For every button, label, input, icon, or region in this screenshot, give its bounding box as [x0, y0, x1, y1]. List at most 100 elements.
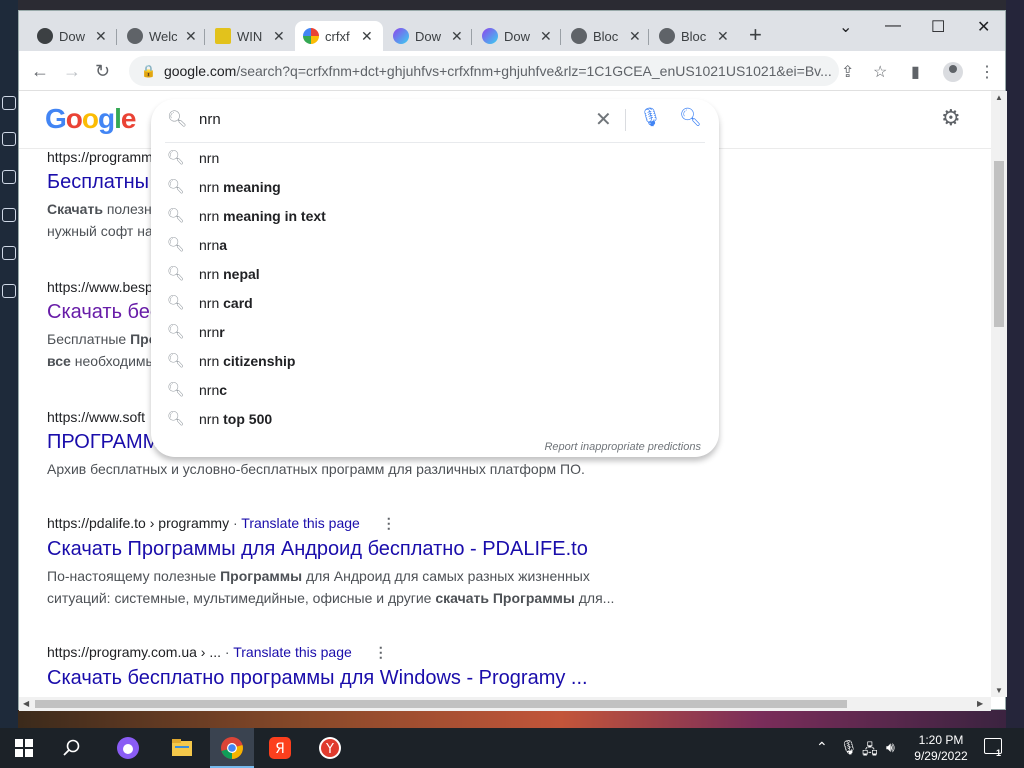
suggestion-item[interactable]: 🔍︎ nrn [151, 143, 719, 172]
translate-link[interactable]: Translate this page [241, 515, 360, 531]
search-icon: 🔍︎ [167, 178, 185, 194]
window-close-button[interactable]: ✕ [977, 17, 990, 37]
globe-icon [659, 28, 675, 44]
scroll-down-icon[interactable]: ▼ [995, 686, 1003, 695]
desktop-icon[interactable] [2, 208, 16, 222]
side-panel-icon[interactable]: ▮ [911, 62, 920, 82]
minimize-button[interactable]: — [885, 17, 901, 35]
suggestion-item[interactable]: 🔍︎ nrn meaning [151, 172, 719, 201]
result-url[interactable]: https://pdalife.to › programmy [47, 515, 229, 531]
tab-3-active[interactable]: crfxf ✕ [295, 21, 383, 51]
new-tab-button[interactable]: + [749, 24, 762, 46]
chrome-icon[interactable] [220, 736, 244, 760]
more-options-icon[interactable]: ⋮ [374, 644, 388, 660]
close-icon[interactable]: ✕ [273, 28, 285, 45]
suggestion-item[interactable]: 🔍︎ nrn nepal [151, 259, 719, 288]
chevron-up-icon[interactable]: ⌃ [816, 739, 828, 756]
suggestion-item[interactable]: 🔍︎ nrna [151, 230, 719, 259]
result-url-line: https://programy.com.ua › ... · Translat… [47, 644, 388, 660]
tab-separator [116, 29, 117, 45]
video-app-icon [393, 28, 409, 44]
report-predictions-link[interactable]: Report inappropriate predictions [544, 441, 701, 453]
windows-start-icon[interactable] [12, 736, 36, 760]
maximize-button[interactable]: ☐ [931, 17, 945, 37]
tab-5[interactable]: Dow ✕ [474, 21, 560, 51]
close-icon[interactable]: ✕ [361, 28, 373, 45]
file-explorer-icon[interactable] [170, 736, 194, 760]
horizontal-scrollbar[interactable]: ◀ ▶ [19, 697, 991, 711]
desktop-icon[interactable] [2, 246, 16, 260]
divider [625, 109, 626, 131]
lock-icon[interactable]: 🔒 [141, 64, 156, 78]
search-icon: 🔍︎ [167, 236, 185, 252]
scrollbar-thumb[interactable] [994, 161, 1004, 327]
close-icon[interactable]: ✕ [451, 28, 463, 45]
tab-title: Bloc [681, 28, 707, 44]
search-submit-icon[interactable]: 🔍︎ [679, 107, 702, 128]
translate-link[interactable]: Translate this page [233, 644, 352, 660]
search-input[interactable]: nrn [199, 111, 221, 128]
tab-bar: Dow ✕ Welc ✕ WIN ✕ crfxf ✕ Dow ✕ Dow ✕ B… [19, 11, 1005, 51]
search-icon[interactable] [60, 736, 84, 760]
search-icon: 🔍︎ [167, 149, 185, 165]
system-clock[interactable]: 1:20 PM 9/29/2022 [910, 732, 972, 764]
tab-1[interactable]: Welc ✕ [119, 21, 205, 51]
scroll-right-icon[interactable]: ▶ [977, 699, 983, 708]
scroll-left-icon[interactable]: ◀ [23, 699, 29, 708]
result-url[interactable]: https://programy.com.ua › ... [47, 644, 221, 660]
close-icon[interactable]: ✕ [95, 28, 107, 45]
desktop-icon[interactable] [2, 132, 16, 146]
close-icon[interactable]: ✕ [540, 28, 552, 45]
tab-6[interactable]: Bloc ✕ [563, 21, 649, 51]
reload-icon[interactable]: ↻ [95, 61, 110, 82]
suggestion-item[interactable]: 🔍︎ nrnr [151, 317, 719, 346]
microphone-icon[interactable]: 🎙︎ [639, 107, 662, 128]
close-icon[interactable]: ✕ [717, 28, 729, 45]
desktop-icon[interactable] [2, 170, 16, 184]
desktop-icon[interactable] [2, 96, 16, 110]
yandex-icon[interactable]: Я [268, 736, 292, 760]
suggestion-item[interactable]: 🔍︎ nrn citizenship [151, 346, 719, 375]
profile-avatar[interactable] [943, 62, 963, 82]
suggestion-text: nrn card [199, 294, 253, 311]
suggestion-item[interactable]: 🔍︎ nrn meaning in text [151, 201, 719, 230]
tab-title: Dow [415, 28, 442, 44]
forward-arrow-icon[interactable]: → [63, 61, 81, 82]
scroll-up-icon[interactable]: ▲ [995, 93, 1003, 102]
address-bar[interactable]: 🔒 google.com /search?q=crfxfnm+dct+ghjuh… [129, 56, 839, 86]
tab-4[interactable]: Dow ✕ [385, 21, 471, 51]
tab-7[interactable]: Bloc ✕ [651, 21, 737, 51]
desktop-wallpaper-strip [18, 710, 1006, 728]
svg-text:Y: Y [325, 742, 334, 757]
yandex-browser-icon[interactable]: Y [318, 736, 342, 760]
tab-2[interactable]: WIN ✕ [207, 21, 293, 51]
clear-search-icon[interactable]: ✕ [595, 107, 612, 132]
search-icon: 🔍︎ [167, 323, 185, 339]
back-arrow-icon[interactable]: ← [31, 61, 49, 82]
result-title-link[interactable]: Скачать бесплатно программы для Windows … [47, 667, 588, 690]
vertical-scrollbar[interactable]: ▲ ▼ [991, 91, 1007, 697]
suggestion-item[interactable]: 🔍︎ nrn top 500 [151, 404, 719, 433]
search-icon: 🔍︎ [167, 410, 185, 426]
more-options-icon[interactable]: ⋮ [382, 515, 396, 531]
scrollbar-thumb[interactable] [35, 700, 847, 708]
suggestion-item[interactable]: 🔍︎ nrnc [151, 375, 719, 404]
suggestion-item[interactable]: 🔍︎ nrn card [151, 288, 719, 317]
volume-icon[interactable]: 🔊︎ [886, 739, 895, 756]
close-icon[interactable]: ✕ [629, 28, 641, 45]
assistant-icon[interactable] [116, 736, 140, 760]
more-menu-icon[interactable]: ⋮ [979, 62, 995, 82]
microphone-icon[interactable]: 🎙︎ [840, 739, 858, 756]
gear-icon[interactable]: ⚙ [941, 105, 961, 131]
desktop-icon[interactable] [2, 284, 16, 298]
bookmark-star-icon[interactable]: ☆ [873, 62, 887, 82]
tab-search-icon[interactable]: ⌄ [839, 17, 852, 37]
suggestion-text: nrnc [199, 381, 228, 398]
globe-icon [571, 28, 587, 44]
tab-0[interactable]: Dow ✕ [29, 21, 115, 51]
close-icon[interactable]: ✕ [185, 28, 197, 45]
share-icon[interactable]: ⇪ [841, 62, 854, 82]
google-logo[interactable]: Google [45, 103, 136, 135]
network-icon[interactable]: 🖧 [862, 739, 878, 763]
result-title-link[interactable]: Скачать Программы для Андроид бесплатно … [47, 538, 627, 561]
